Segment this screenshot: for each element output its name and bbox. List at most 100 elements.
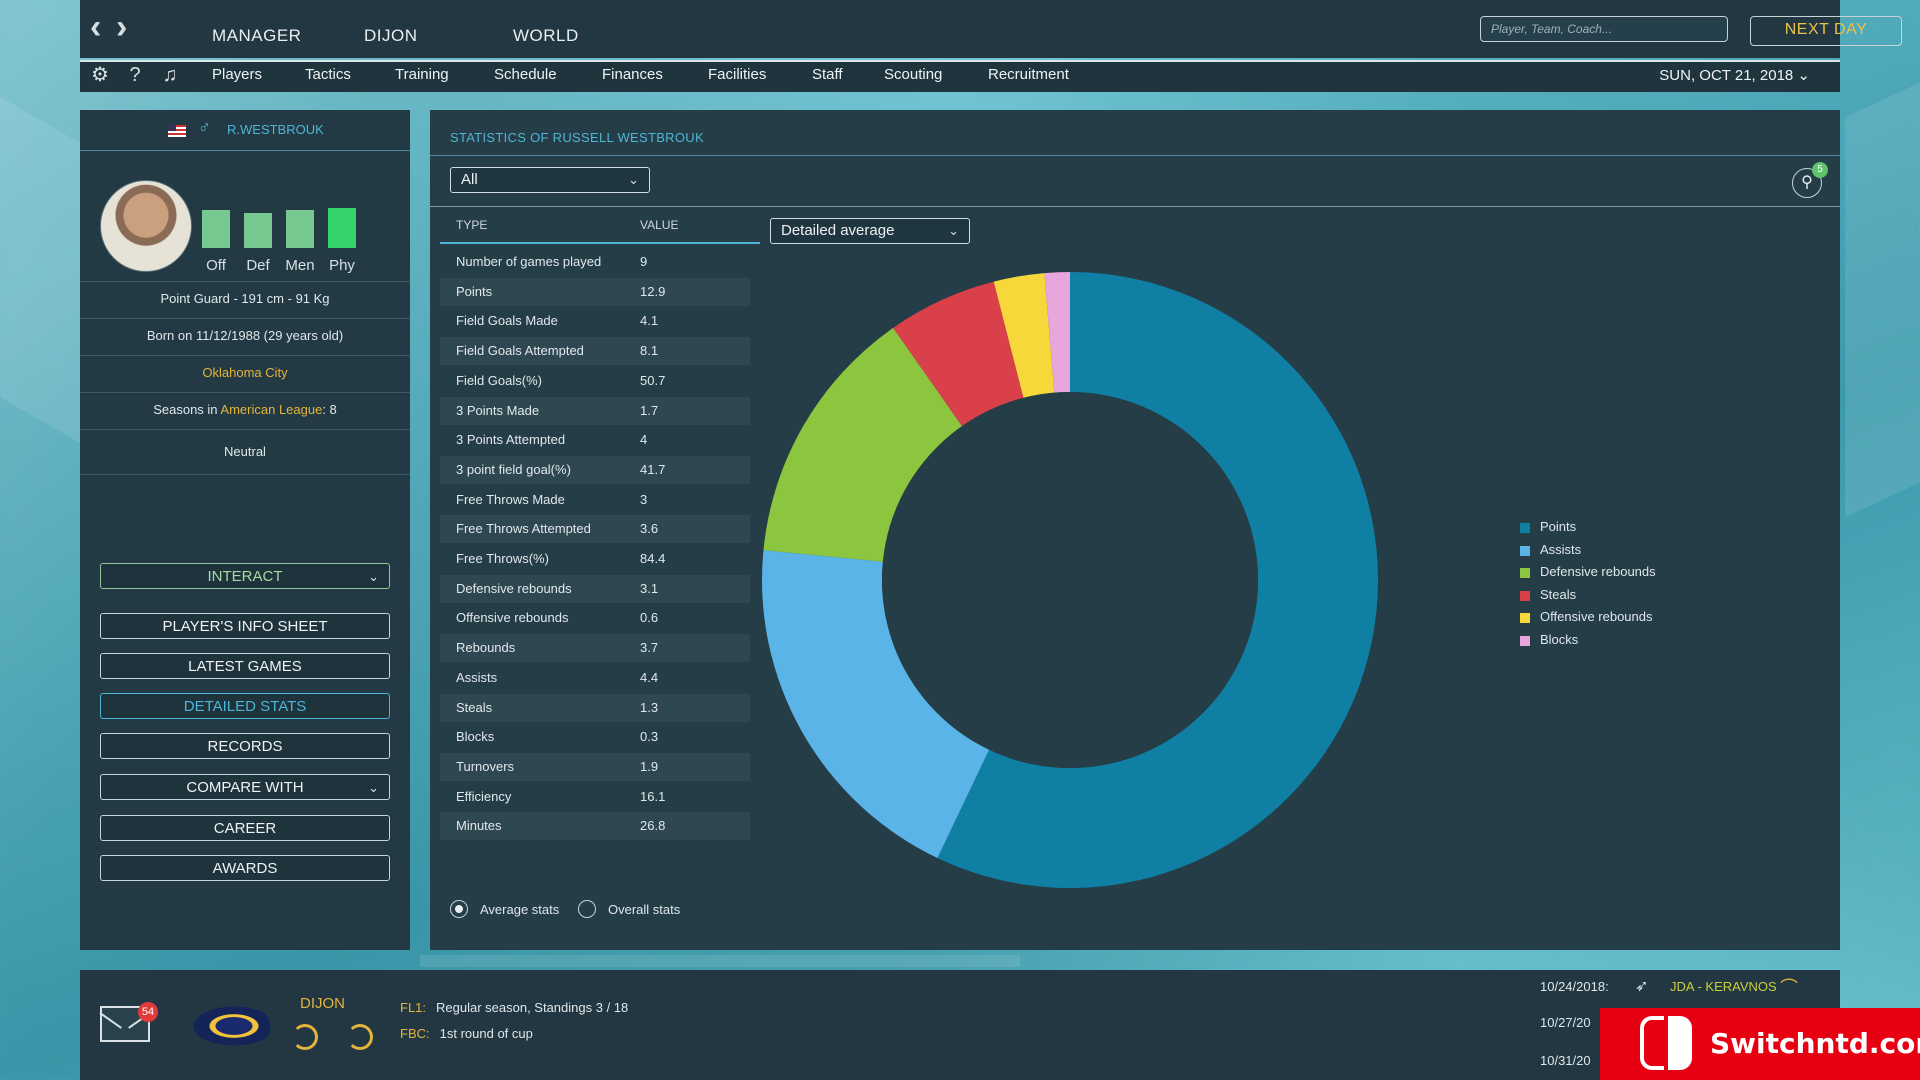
title-divider: [430, 155, 1840, 156]
player-panel: ♂ R.WESTBROUK Off Def Men Phy Point Guard -…: [80, 110, 410, 950]
rating-bar-phy: [328, 208, 356, 248]
table-row: Free Throws Attempted 3.6: [440, 515, 750, 544]
mail-count-badge: 54: [138, 1002, 158, 1022]
average-stats-radio[interactable]: [450, 900, 468, 918]
stat-type: 3 point field goal(%): [456, 461, 571, 477]
table-row: Turnovers 1.9: [440, 752, 750, 781]
stat-value: 9: [640, 254, 648, 269]
stat-type: Blocks: [456, 729, 495, 745]
competition-fbc[interactable]: FBC: 1st round of cup: [400, 1026, 533, 1041]
stat-type: Free Throws Attempted: [456, 521, 591, 537]
filter-divider: [430, 206, 1840, 207]
col-value-header: VALUE: [640, 218, 679, 232]
switch-logo-icon: [1640, 1016, 1700, 1072]
stat-value: 3.6: [640, 521, 659, 537]
table-row: 3 Points Made 1.7: [440, 396, 750, 425]
player-position-line: Point Guard - 191 cm - 91 Kg: [80, 281, 410, 318]
comp-code: FBC:: [400, 1026, 430, 1041]
stat-type: Field Goals Attempted: [456, 343, 584, 359]
legend-swatch: [1520, 590, 1530, 601]
music-icon[interactable]: ♫: [158, 63, 182, 87]
overall-stats-radio[interactable]: [578, 900, 596, 918]
compare-with-dropdown[interactable]: COMPARE WITH ⌄: [100, 774, 390, 800]
back-arrow-icon[interactable]: ‹: [90, 10, 101, 44]
subnav-facilities[interactable]: Facilities: [708, 66, 766, 83]
stat-value: 1.9: [640, 758, 659, 774]
player-name[interactable]: R.WESTBROUK: [227, 122, 324, 137]
league-link[interactable]: American League: [220, 402, 322, 417]
team-name[interactable]: DIJON: [300, 995, 345, 1012]
player-header: ♂ R.WESTBROUK: [80, 110, 410, 151]
subnav-finances[interactable]: Finances: [602, 66, 663, 83]
awards-button[interactable]: AWARDS: [100, 855, 390, 881]
competition-fl1[interactable]: FL1: Regular season, Standings 3 / 18: [400, 1000, 628, 1015]
fixture-match[interactable]: JDA - KERAVNOS: [1670, 979, 1777, 994]
table-row: Steals 1.3: [440, 693, 750, 722]
eagle-logo-icon: ➶: [1635, 978, 1649, 995]
detailed-stats-button[interactable]: DETAILED STATS: [100, 693, 390, 719]
nav-manager[interactable]: MANAGER: [212, 26, 301, 46]
table-row: Free Throws(%) 84.4: [440, 545, 750, 573]
seasons-count: : 8: [322, 402, 337, 417]
subnav-tactics[interactable]: Tactics: [305, 66, 351, 83]
chevron-down-icon: ⌄: [368, 569, 379, 584]
chevron-down-icon: ⌄: [1797, 67, 1810, 84]
stat-type: Turnovers: [456, 758, 515, 774]
subnav-scouting[interactable]: Scouting: [884, 66, 942, 83]
legend-item: Steals: [1520, 584, 1656, 607]
stat-value: 26.8: [640, 818, 666, 834]
chart-select-value: Detailed average: [781, 222, 895, 239]
settings-gear-icon[interactable]: ⚙: [88, 63, 112, 87]
table-row: Field Goals(%) 50.7: [440, 367, 750, 395]
legend-label: Assists: [1540, 541, 1582, 557]
col-type-header: TYPE: [456, 218, 488, 232]
next-day-button[interactable]: NEXT DAY: [1750, 16, 1902, 46]
table-row: Field Goals Attempted 8.1: [440, 337, 750, 366]
subnav-staff[interactable]: Staff: [812, 66, 843, 83]
progress-ring-icon: [292, 1024, 318, 1050]
stat-type: Offensive rebounds: [456, 610, 569, 626]
average-stats-label: Average stats: [480, 902, 560, 917]
stats-panel: STATISTICS OF RUSSELL WESTBROUK All ⌄ ⚲ 5…: [430, 110, 1840, 950]
subnav-schedule[interactable]: Schedule: [494, 66, 557, 83]
stat-value: 3.1: [640, 580, 659, 596]
subnav-players[interactable]: Players: [212, 66, 262, 83]
rating-label-off: Off: [206, 257, 226, 274]
players-info-sheet-button[interactable]: PLAYER'S INFO SHEET: [100, 613, 390, 639]
overall-stats-label: Overall stats: [608, 902, 681, 917]
legend-swatch: [1520, 568, 1530, 579]
career-button[interactable]: CAREER: [100, 815, 390, 841]
top-bar: ‹ › MANAGER DIJON WORLD Player, Team, Co…: [80, 0, 1902, 58]
fixture-date: 10/24/2018:: [1540, 979, 1609, 994]
subnav-training[interactable]: Training: [395, 66, 449, 83]
date-label: SUN, OCT 21, 2018: [1659, 67, 1794, 84]
stat-type: Minutes: [456, 818, 502, 834]
stat-value: 16.1: [640, 788, 666, 804]
help-icon[interactable]: ?: [123, 63, 147, 87]
legend-label: Offensive rebounds: [1540, 609, 1653, 625]
player-team-link[interactable]: Oklahoma City: [80, 355, 410, 392]
table-row: 3 point field goal(%) 41.7: [440, 455, 750, 484]
stats-filter-select[interactable]: All ⌄: [450, 167, 650, 193]
table-row: Points 12.9: [440, 277, 750, 306]
interact-dropdown[interactable]: INTERACT ⌄: [100, 563, 390, 589]
records-button[interactable]: RECORDS: [100, 733, 390, 759]
nav-dijon[interactable]: DIJON: [364, 26, 418, 46]
stat-type: Free Throws(%): [456, 551, 549, 566]
stat-value: 50.7: [640, 372, 666, 388]
comp-text: 1st round of cup: [439, 1026, 533, 1041]
forward-arrow-icon[interactable]: ›: [116, 10, 127, 44]
chart-mode-select[interactable]: Detailed average ⌄: [770, 218, 970, 244]
player-avatar: [100, 180, 192, 272]
nav-world[interactable]: WORLD: [513, 26, 579, 46]
rating-bar-def: [244, 213, 272, 248]
stat-type: Assists: [456, 669, 498, 685]
search-input[interactable]: Player, Team, Coach...: [1480, 16, 1728, 42]
comp-text: Regular season, Standings 3 / 18: [436, 1000, 629, 1015]
stat-value: 4: [640, 432, 648, 448]
subnav-recruitment[interactable]: Recruitment: [988, 66, 1069, 83]
current-date[interactable]: SUN, OCT 21, 2018 ⌄: [1659, 66, 1810, 84]
latest-games-button[interactable]: LATEST GAMES: [100, 653, 390, 679]
table-row: Offensive rebounds 0.6: [440, 604, 750, 632]
team-logo[interactable]: [180, 1000, 270, 1052]
